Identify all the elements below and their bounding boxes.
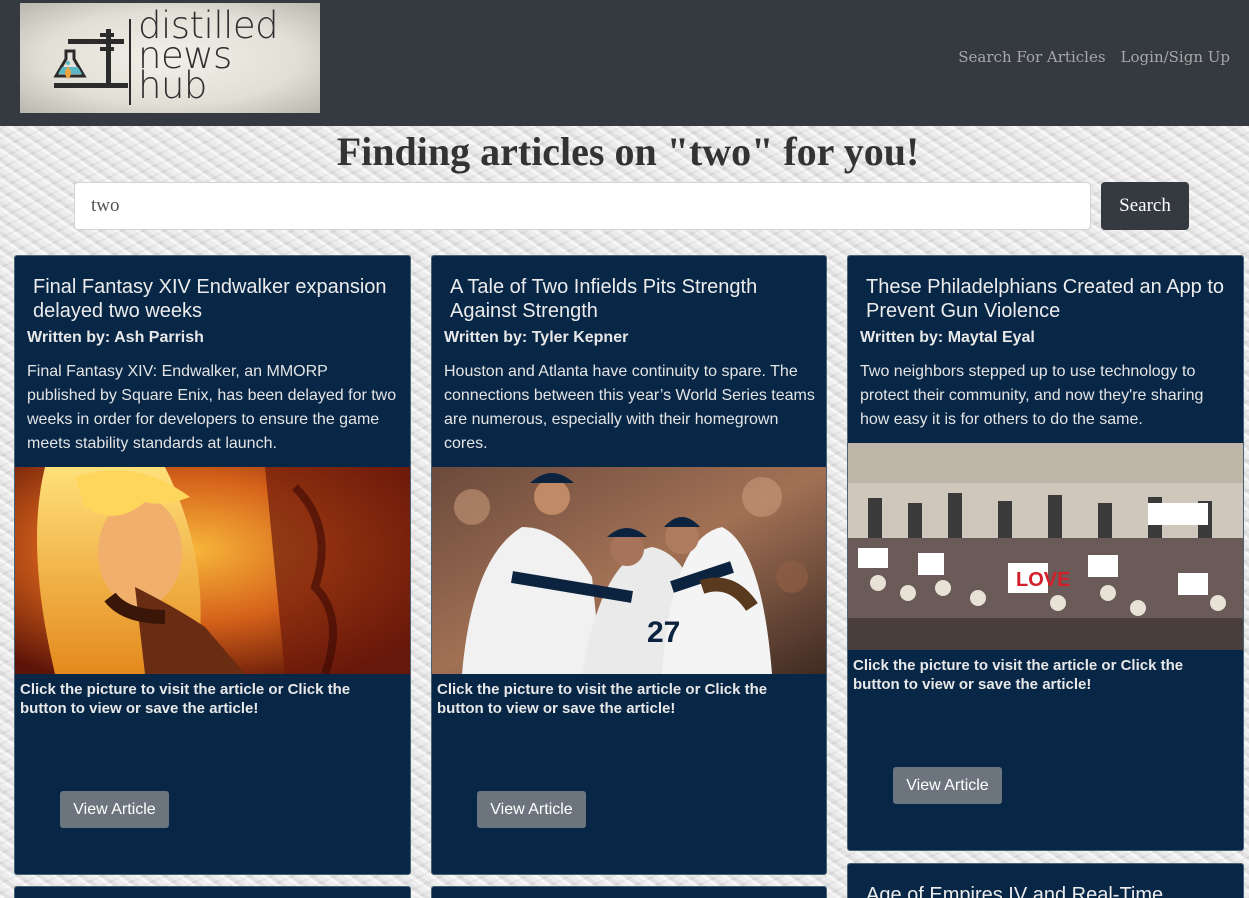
article-author: Written by: Ash Parrish	[27, 329, 204, 346]
svg-text:LOVE: LOVE	[1016, 569, 1070, 591]
article-hint: Click the picture to visit the article o…	[437, 681, 768, 717]
article-author: Written by: Tyler Kepner	[444, 329, 629, 346]
crowd-protest-image: LOVE	[848, 443, 1243, 650]
baseball-celebration-image: 27	[432, 467, 826, 674]
article-hint: Click the picture to visit the article o…	[853, 657, 1184, 693]
article-title: These Philadelphians Created an App to P…	[866, 276, 1225, 322]
article-card: Age of Empires IV and Real-Time	[847, 863, 1244, 898]
view-article-button[interactable]: View Article	[477, 791, 586, 828]
article-image[interactable]: LOVE	[848, 443, 1243, 650]
nav-links: Search For Articles Login/Sign Up	[958, 48, 1230, 66]
article-card: Final Fantasy XIV Endwalker expansion de…	[14, 255, 411, 875]
site-logo[interactable]: distilled news hub	[20, 3, 320, 113]
view-article-button[interactable]: View Article	[60, 791, 169, 828]
nav-login-signup-link[interactable]: Login/Sign Up	[1121, 48, 1230, 66]
page-heading: Finding articles on "two" for you!	[336, 129, 920, 174]
article-title: Age of Empires IV and Real-Time	[866, 884, 1164, 898]
lab-flask-icon	[53, 29, 128, 88]
article-image[interactable]: 27	[432, 467, 826, 674]
article-title: A Tale of Two Infields Pits Strength Aga…	[450, 276, 758, 322]
article-author: Written by: Maytal Eyal	[860, 329, 1035, 346]
article-hint: Click the picture to visit the article o…	[20, 681, 351, 717]
article-card: A Tale of Two Infields Pits Strength Aga…	[431, 255, 827, 875]
svg-text:27: 27	[647, 616, 680, 649]
navbar: distilled news hub Search For Articles L…	[0, 0, 1249, 126]
article-title: Final Fantasy XIV Endwalker expansion de…	[33, 276, 387, 322]
search-input[interactable]	[74, 182, 1091, 230]
nav-search-articles-link[interactable]: Search For Articles	[958, 48, 1105, 66]
article-card: These Philadelphians Created an App to P…	[847, 255, 1244, 851]
logo-text: distilled news hub	[138, 7, 318, 104]
article-description: Two neighbors stepped up to use technolo…	[860, 363, 1204, 428]
article-card	[14, 886, 411, 898]
article-card	[431, 886, 827, 898]
article-description: Houston and Atlanta have continuity to s…	[444, 363, 815, 452]
logo-divider	[129, 19, 131, 105]
search-button[interactable]: Search	[1101, 182, 1189, 230]
article-image[interactable]	[15, 467, 410, 674]
fantasy-character-image	[15, 467, 410, 674]
article-description: Final Fantasy XIV: Endwalker, an MMORP p…	[27, 363, 397, 452]
view-article-button[interactable]: View Article	[893, 767, 1002, 804]
